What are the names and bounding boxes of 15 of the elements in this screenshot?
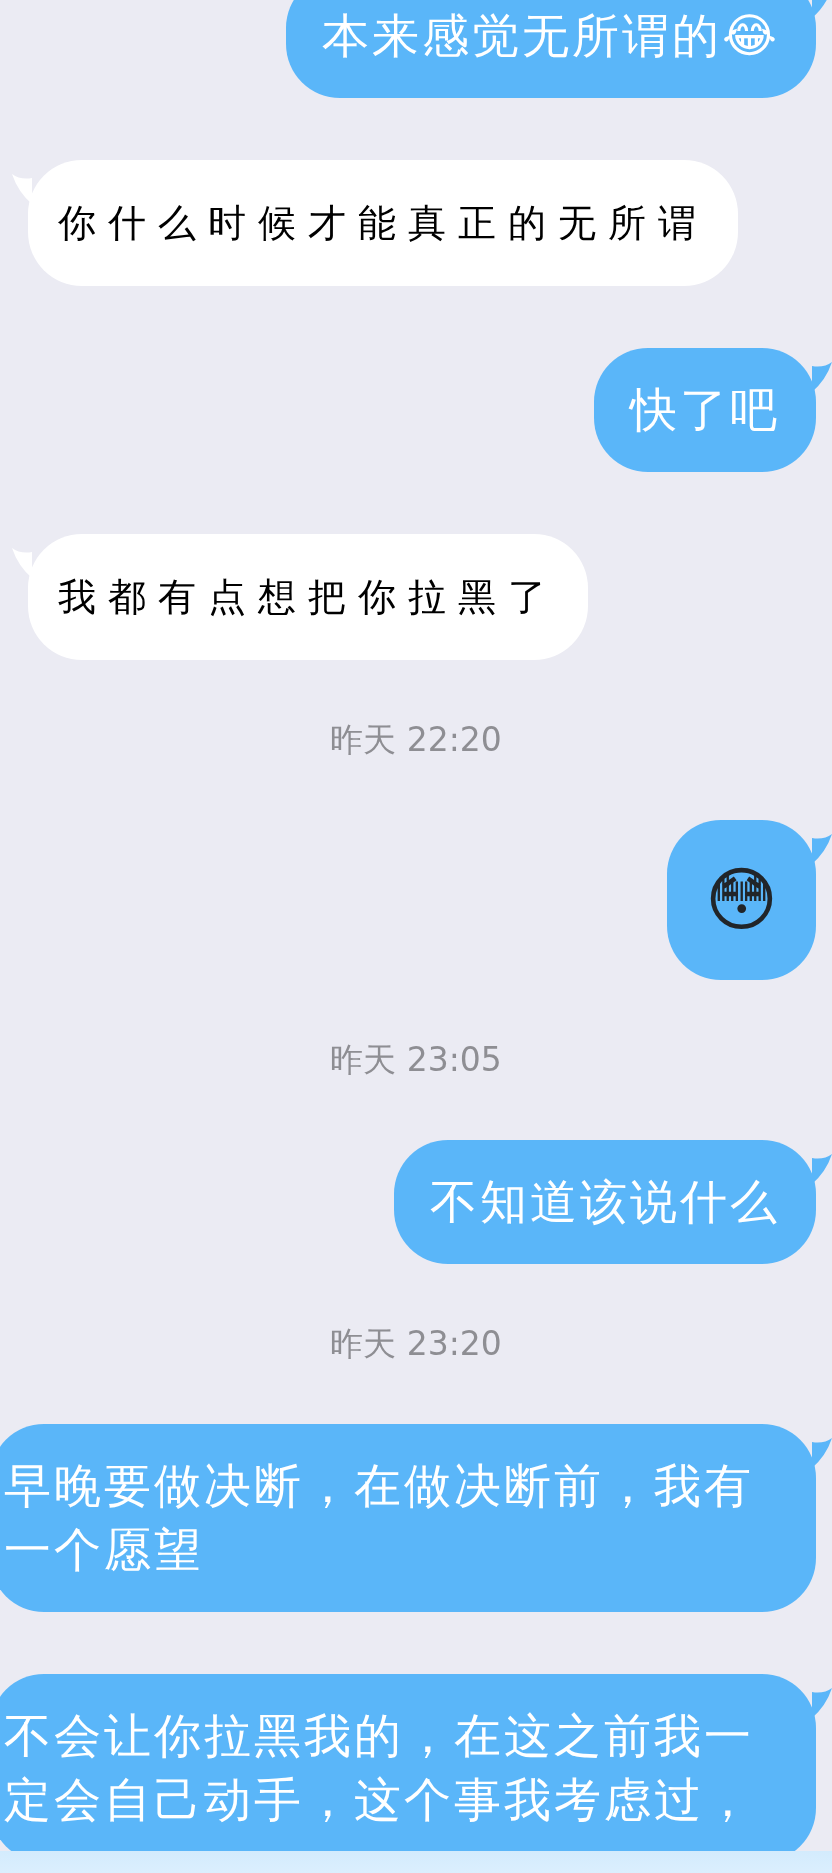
sent-message-bubble: 快了吧: [594, 348, 816, 472]
emoji-message-bubble: 😳: [667, 820, 816, 980]
received-message-bubble: 我都有点想把你拉黑了: [28, 534, 588, 660]
bubble-tail: [812, 1438, 832, 1468]
timestamp: 昨天 23:05: [330, 1042, 502, 1078]
sent-message-bubble: 不知道该说什么: [394, 1140, 816, 1264]
bubble-tail: [812, 1688, 832, 1718]
timestamp: 昨天 23:20: [330, 1326, 502, 1362]
timestamp: 昨天 22:20: [330, 722, 502, 758]
bubble-tail: [812, 362, 832, 392]
sent-message-bubble: 本来感觉无所谓的😂: [286, 0, 816, 98]
bubble-tail: [812, 834, 832, 864]
bubble-tail: [812, 1154, 832, 1184]
received-message-bubble: 你什么时候才能真正的无所谓: [28, 160, 738, 286]
sent-message-bubble: 早晚要做决断，在做决断前，我有一个愿望: [0, 1424, 816, 1612]
